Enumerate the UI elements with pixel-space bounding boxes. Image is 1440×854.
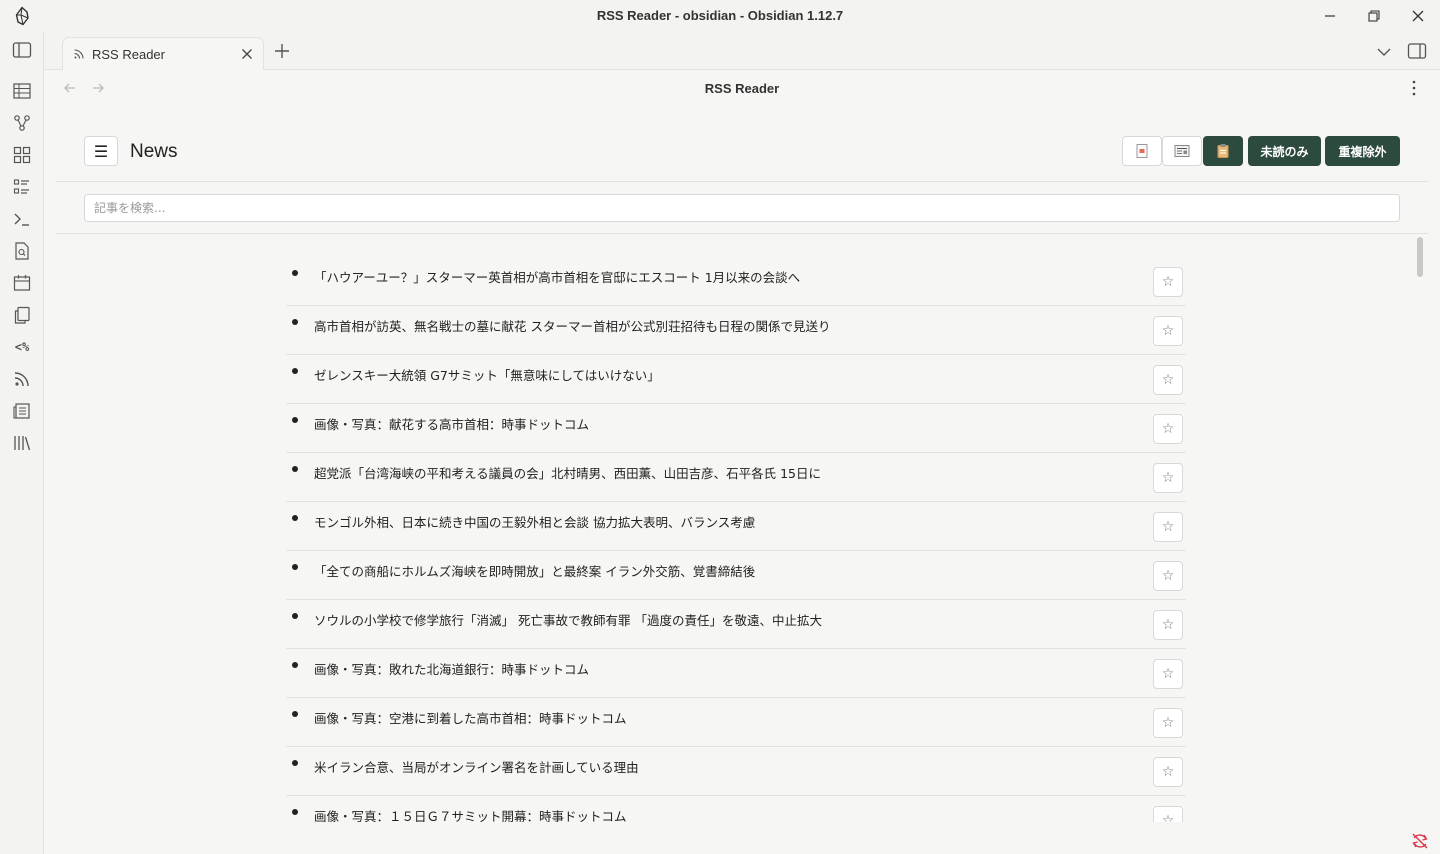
article-title[interactable]: ソウルの小学校で修学旅行「消滅」 死亡事故で教師有罪 「過度の責任」を敬遠、中止…: [314, 610, 822, 629]
star-icon[interactable]: ☆: [1153, 316, 1183, 346]
star-icon[interactable]: ☆: [1153, 561, 1183, 591]
article-list: 「ハウアーユー？」スターマー英首相が高市首相を官邸にエスコート 1月以来の会談へ…: [286, 257, 1186, 822]
minimize-icon: [1325, 15, 1335, 17]
list-item[interactable]: 画像・写真：敗れた北海道銀行：時事ドットコム ☆: [286, 649, 1186, 698]
search-bar: [56, 182, 1428, 234]
copy-icon[interactable]: [11, 304, 33, 326]
bullet-icon: [292, 809, 298, 815]
card-view-button[interactable]: [1122, 136, 1162, 166]
list-item[interactable]: ソウルの小学校で修学旅行「消滅」 死亡事故で教師有罪 「過度の責任」を敬遠、中止…: [286, 600, 1186, 649]
new-tab-icon[interactable]: [272, 41, 292, 61]
window-title: RSS Reader - obsidian - Obsidian 1.12.7: [596, 8, 844, 23]
scrollbar[interactable]: [1417, 237, 1423, 277]
close-tab-icon[interactable]: [239, 46, 255, 62]
bullet-icon: [292, 319, 298, 325]
close-icon: [1412, 10, 1424, 22]
bullet-icon: [292, 515, 298, 521]
article-title[interactable]: モンゴル外相、日本に続き中国の王毅外相と会談 協力拡大表明、バランス考慮: [314, 512, 755, 531]
graph-icon[interactable]: [11, 112, 33, 134]
close-window-button[interactable]: [1400, 4, 1436, 28]
list-item[interactable]: ゼレンスキー大統領 G7サミット「無意味にしてはいけない」 ☆: [286, 355, 1186, 404]
star-icon[interactable]: ☆: [1153, 267, 1183, 297]
article-title[interactable]: 「ハウアーユー？」スターマー英首相が高市首相を官邸にエスコート 1月以来の会談へ: [314, 267, 800, 286]
bullet-icon: [292, 417, 298, 423]
star-icon[interactable]: ☆: [1153, 463, 1183, 493]
bullet-icon: [292, 270, 298, 276]
sync-error-icon[interactable]: [1410, 832, 1430, 850]
grid-icon[interactable]: [11, 144, 33, 166]
search-input[interactable]: [84, 194, 1400, 222]
right-sidebar-toggle-icon[interactable]: [1406, 40, 1428, 62]
star-icon[interactable]: ☆: [1153, 757, 1183, 787]
article-title[interactable]: 「全ての商船にホルムズ海峡を即時開放」と最終案 イラン外交筋、覚書締結後: [314, 561, 755, 580]
article-title[interactable]: 米イラン合意、当局がオンライン署名を計画している理由: [314, 757, 639, 776]
list-item[interactable]: 超党派「台湾海峡の平和考える議員の会」北村晴男、西田薫、山田吉彦、石平各氏 15…: [286, 453, 1186, 502]
list-item[interactable]: 米イラン合意、当局がオンライン署名を計画している理由 ☆: [286, 747, 1186, 796]
article-title[interactable]: 高市首相が訪英、無名戦士の墓に献花 スターマー首相が公式別荘招待も日程の関係で見…: [314, 316, 830, 335]
star-icon[interactable]: ☆: [1153, 659, 1183, 689]
bullet-icon: [292, 368, 298, 374]
newspaper-icon[interactable]: [11, 400, 33, 422]
list-item[interactable]: 「全ての商船にホルムズ海峡を即時開放」と最終案 イラン外交筋、覚書締結後 ☆: [286, 551, 1186, 600]
tab-rss-reader[interactable]: RSS Reader: [62, 37, 264, 70]
list-item[interactable]: 画像・写真：空港に到着した高市首相：時事ドットコム ☆: [286, 698, 1186, 747]
bullet-icon: [292, 613, 298, 619]
clipboard-icon: [1217, 144, 1229, 158]
minimize-button[interactable]: [1312, 4, 1348, 28]
chevron-down-icon[interactable]: [1374, 42, 1394, 62]
star-icon[interactable]: ☆: [1153, 806, 1183, 822]
restore-button[interactable]: [1356, 4, 1392, 28]
list-item[interactable]: 「ハウアーユー？」スターマー英首相が高市首相を官邸にエスコート 1月以来の会談へ…: [286, 257, 1186, 306]
article-title[interactable]: 画像・写真：１５日Ｇ７サミット開幕：時事ドットコム: [314, 806, 627, 822]
calendar-icon[interactable]: [11, 272, 33, 294]
feed-title: News: [130, 141, 178, 162]
more-options-icon[interactable]: [1406, 79, 1422, 97]
newspaper-icon: [1174, 145, 1190, 157]
article-title[interactable]: 画像・写真：敗れた北海道銀行：時事ドットコム: [314, 659, 589, 678]
list-view-button[interactable]: [1162, 136, 1202, 166]
article-title[interactable]: 画像・写真：献花する高市首相：時事ドットコム: [314, 414, 589, 433]
view-header: RSS Reader: [44, 70, 1440, 108]
list-item[interactable]: 画像・写真：１５日Ｇ７サミット開幕：時事ドットコム ☆: [286, 796, 1186, 822]
list-item[interactable]: モンゴル外相、日本に続き中国の王毅外相と会談 協力拡大表明、バランス考慮 ☆: [286, 502, 1186, 551]
star-icon[interactable]: ☆: [1153, 414, 1183, 444]
tab-title: RSS Reader: [92, 47, 165, 62]
left-ribbon: <%: [0, 32, 44, 854]
star-icon[interactable]: ☆: [1153, 610, 1183, 640]
terminal-icon[interactable]: [11, 208, 33, 230]
title-bar: RSS Reader - obsidian - Obsidian 1.12.7: [0, 0, 1440, 32]
clipboard-view-button[interactable]: [1203, 136, 1243, 166]
list-item[interactable]: 高市首相が訪英、無名戦士の墓に献花 スターマー首相が公式別荘招待も日程の関係で見…: [286, 306, 1186, 355]
reader-header: ☰ News 未読のみ 重複除外: [56, 126, 1428, 182]
menu-button[interactable]: ☰: [84, 136, 118, 166]
star-icon[interactable]: ☆: [1153, 512, 1183, 542]
bullet-icon: [292, 760, 298, 766]
list-icon[interactable]: [11, 176, 33, 198]
article-title[interactable]: 超党派「台湾海峡の平和考える議員の会」北村晴男、西田薫、山田吉彦、石平各氏 15…: [314, 463, 821, 482]
bullet-icon: [292, 564, 298, 570]
dedup-button[interactable]: 重複除外: [1325, 136, 1400, 166]
list-item[interactable]: 画像・写真：献花する高市首相：時事ドットコム ☆: [286, 404, 1186, 453]
restore-icon: [1368, 10, 1380, 22]
rss-icon[interactable]: [11, 368, 33, 390]
star-icon[interactable]: ☆: [1153, 365, 1183, 395]
article-list-area: 「ハウアーユー？」スターマー英首相が高市首相を官邸にエスコート 1月以来の会談へ…: [56, 235, 1428, 822]
template-icon[interactable]: <%: [11, 336, 33, 358]
bullet-icon: [292, 466, 298, 472]
document-icon: [1136, 144, 1148, 158]
table-icon[interactable]: [11, 80, 33, 102]
rss-icon: [74, 49, 84, 59]
unread-only-button[interactable]: 未読のみ: [1248, 136, 1321, 166]
article-title[interactable]: 画像・写真：空港に到着した高市首相：時事ドットコム: [314, 708, 627, 727]
tab-bar: RSS Reader: [44, 32, 1440, 70]
article-title[interactable]: ゼレンスキー大統領 G7サミット「無意味にしてはいけない」: [314, 365, 660, 384]
library-icon[interactable]: [11, 432, 33, 454]
file-search-icon[interactable]: [11, 240, 33, 262]
view-title: RSS Reader: [704, 81, 780, 96]
star-icon[interactable]: ☆: [1153, 708, 1183, 738]
bullet-icon: [292, 662, 298, 668]
left-sidebar-toggle-icon[interactable]: [11, 39, 33, 61]
bullet-icon: [292, 711, 298, 717]
